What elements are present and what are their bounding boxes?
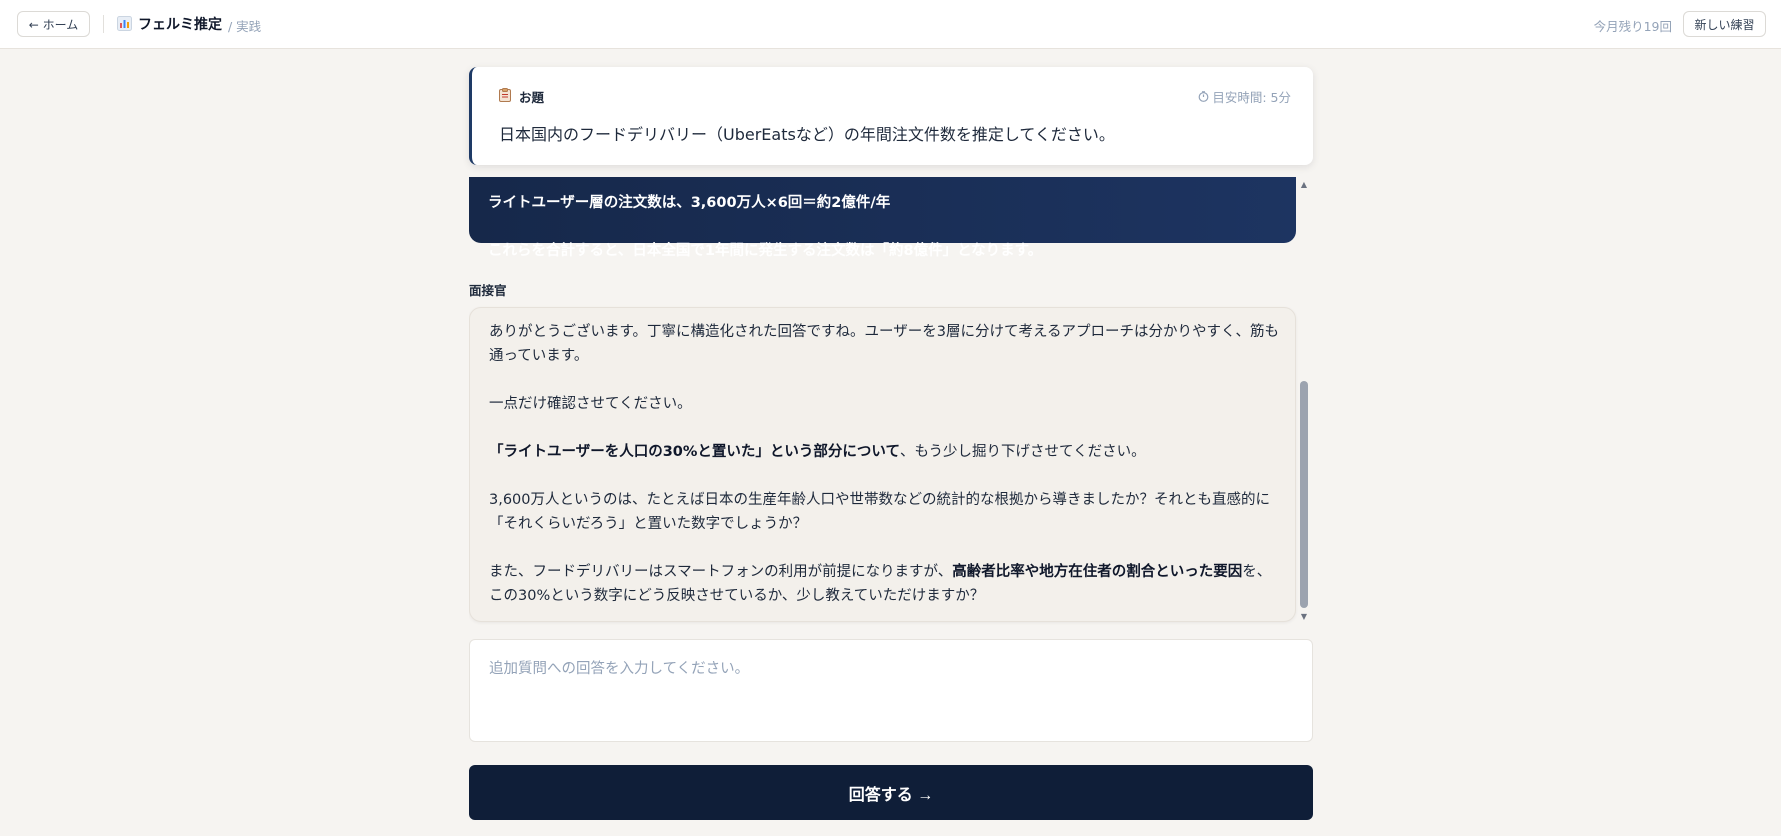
- stopwatch-icon: [1198, 91, 1209, 102]
- emphasis-text: 「ライトユーザーを人口の30%と置いた」という部分について: [489, 444, 900, 460]
- scroll-down-arrow-icon[interactable]: ▼: [1299, 613, 1309, 621]
- clipboard-icon: [499, 88, 511, 102]
- user-message-line: これらを合計すると、日本全国で1年間に発生する注文数は「約8億件」となります。: [488, 243, 1043, 259]
- message-text: また、フードデリバリーはスマートフォンの利用が前提になりますが、: [489, 564, 953, 580]
- remaining-count: 今月残り19回: [1593, 19, 1672, 34]
- time-hint: 目安時間: 5分: [1198, 87, 1291, 106]
- user-message-line: ライトユーザー層の注文数は、3,600万人×6回＝約2億件/年: [488, 195, 891, 211]
- message-paragraph: ありがとうございます。丁寧に構造化された回答ですね。ユーザーを3層に分けて考える…: [489, 324, 1280, 364]
- user-message-bubble: ライトユーザー層の注文数は、3,600万人×6回＝約2億件/年 これらを合計する…: [469, 177, 1296, 259]
- speaker-label-interviewer: 面接官: [469, 283, 507, 298]
- interviewer-message-bubble: ありがとうございます。丁寧に構造化された回答ですね。ユーザーを3層に分けて考える…: [469, 307, 1296, 622]
- topic-label: お題: [519, 90, 545, 105]
- app-title: フェルミ推定: [138, 17, 222, 33]
- answer-input[interactable]: [469, 639, 1313, 742]
- submit-answer-button[interactable]: 回答する →: [469, 765, 1313, 820]
- header-divider: [103, 15, 104, 33]
- message-paragraph: 3,600万人というのは、たとえば日本の生産年齢人口や世帯数などの統計的な根拠か…: [489, 492, 1271, 532]
- home-button[interactable]: ← ホーム: [17, 11, 90, 37]
- top-bar: ← ホーム フェルミ推定 / 実践 今月残り19回 新しい練習: [0, 0, 1781, 49]
- message-text: 、もう少し掘り下げさせてください。: [899, 444, 1146, 460]
- breadcrumb-current: / 実践: [228, 19, 262, 34]
- chat-history[interactable]: ライトユーザー層の注文数は、3,600万人×6回＝約2億件/年 これらを合計する…: [469, 177, 1313, 625]
- topic-text: 日本国内のフードデリバリー（UberEatsなど）の年間注文件数を推定してくださ…: [499, 125, 1115, 144]
- scrollbar-thumb[interactable]: [1300, 381, 1308, 608]
- message-paragraph: また、フードデリバリーはスマートフォンの利用が前提になりますが、高齢者比率や地方…: [489, 560, 1284, 608]
- new-practice-button[interactable]: 新しい練習: [1683, 11, 1766, 37]
- message-paragraph: 「ライトユーザーを人口の30%と置いた」という部分について、もう少し掘り下げさせ…: [489, 440, 1284, 464]
- emphasis-text: 高齢者比率や地方在住者の割合といった要因: [952, 564, 1243, 580]
- message-paragraph: 一点だけ確認させてください。: [489, 396, 692, 412]
- time-hint-text: 目安時間: 5分: [1212, 90, 1291, 105]
- bar-chart-icon: [117, 16, 132, 31]
- topic-card: お題 目安時間: 5分 日本国内のフードデリバリー（UberEatsなど）の年間…: [469, 67, 1313, 165]
- scroll-up-arrow-icon[interactable]: ▲: [1299, 181, 1309, 189]
